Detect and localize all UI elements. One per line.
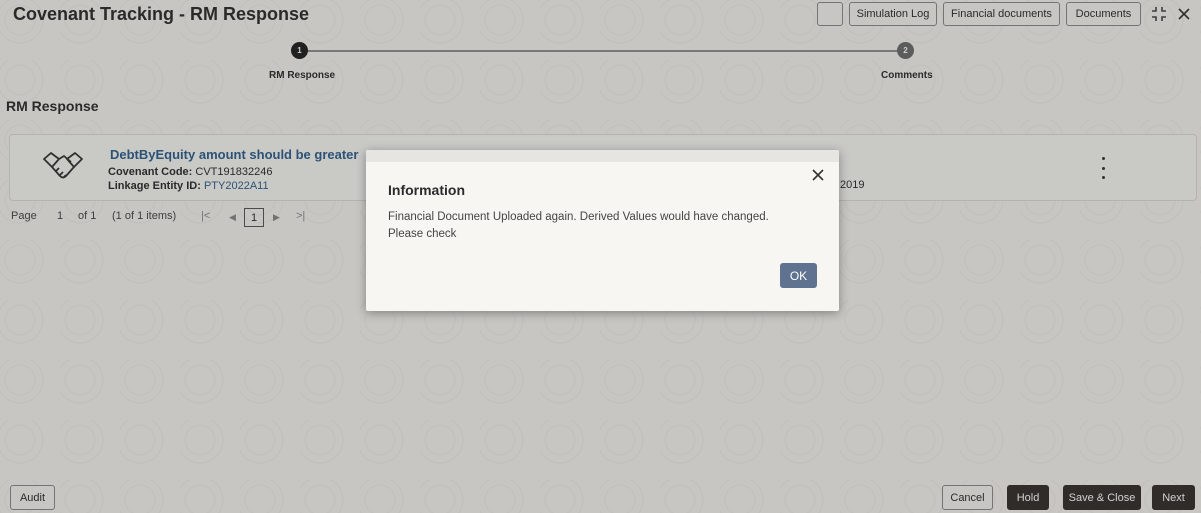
dialog-message: Financial Document Uploaded again. Deriv… [388, 211, 769, 240]
dialog-title: Information [388, 182, 465, 198]
ok-button[interactable]: OK [780, 263, 817, 288]
information-dialog: Information Financial Document Uploaded … [366, 150, 839, 311]
dialog-top-bar [366, 150, 839, 162]
dialog-close-icon[interactable] [812, 168, 824, 186]
